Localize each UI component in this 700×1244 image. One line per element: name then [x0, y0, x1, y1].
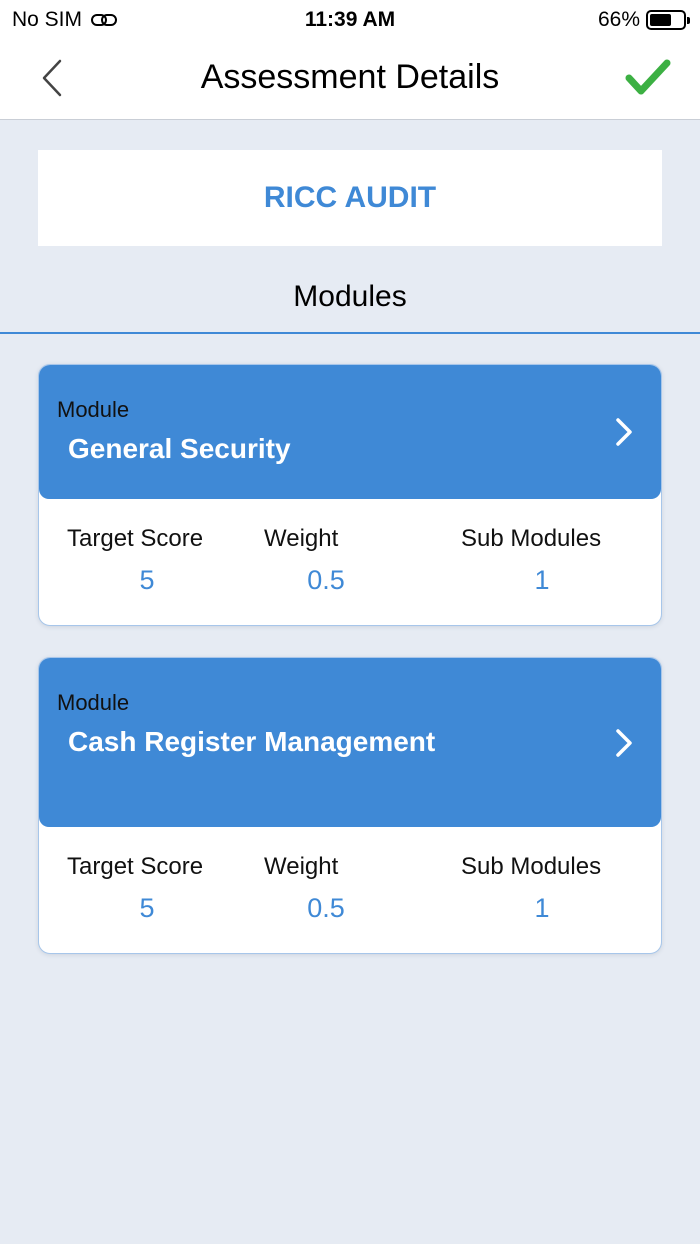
status-time: 11:39 AM [304, 8, 396, 31]
battery-percent: 66% [597, 8, 640, 31]
module-label: Module [57, 690, 130, 715]
weight-label: Weight [264, 853, 339, 880]
chevron-right-icon [616, 418, 632, 446]
chevron-right-icon [616, 729, 632, 757]
battery-cap [687, 17, 690, 24]
nav-bar: Assessment Details [0, 40, 700, 120]
section-divider [0, 332, 700, 334]
module-card: Module General Security Target Score 5 W… [38, 364, 662, 626]
sub-modules-label: Sub Modules [461, 853, 602, 880]
weight-value: 0.5 [307, 893, 345, 923]
status-right: 66% [597, 8, 690, 32]
battery-icon [646, 10, 690, 30]
weight-label: Weight [264, 525, 339, 552]
sub-modules-value: 1 [534, 565, 550, 595]
modules-heading: Modules [293, 280, 407, 313]
status-bar: No SIM 11:39 AM 66% [0, 0, 700, 40]
done-button[interactable] [624, 58, 672, 98]
checkmark-icon [625, 59, 671, 95]
module-card: Module Cash Register Management Target S… [38, 657, 662, 954]
module-name: Cash Register Management [68, 726, 436, 757]
battery-level [650, 14, 672, 26]
weight-value: 0.5 [307, 565, 345, 595]
module-header[interactable]: Module Cash Register Management [39, 658, 661, 827]
module-stats: Target Score 5 Weight 0.5 Sub Modules 1 [39, 499, 661, 625]
assessment-card: RICC AUDIT [38, 150, 662, 246]
target-score-label: Target Score [67, 853, 204, 880]
target-score-value: 5 [139, 893, 155, 923]
page-title: Assessment Details [200, 58, 500, 96]
module-name: General Security [68, 433, 291, 464]
target-score-label: Target Score [67, 525, 204, 552]
target-score-value: 5 [139, 565, 155, 595]
module-stats: Target Score 5 Weight 0.5 Sub Modules 1 [39, 827, 661, 953]
module-header[interactable]: Module General Security [39, 365, 661, 499]
assessment-name: RICC AUDIT [263, 181, 437, 214]
sub-modules-label: Sub Modules [461, 525, 602, 552]
sub-modules-value: 1 [534, 893, 550, 923]
module-label: Module [57, 397, 130, 422]
